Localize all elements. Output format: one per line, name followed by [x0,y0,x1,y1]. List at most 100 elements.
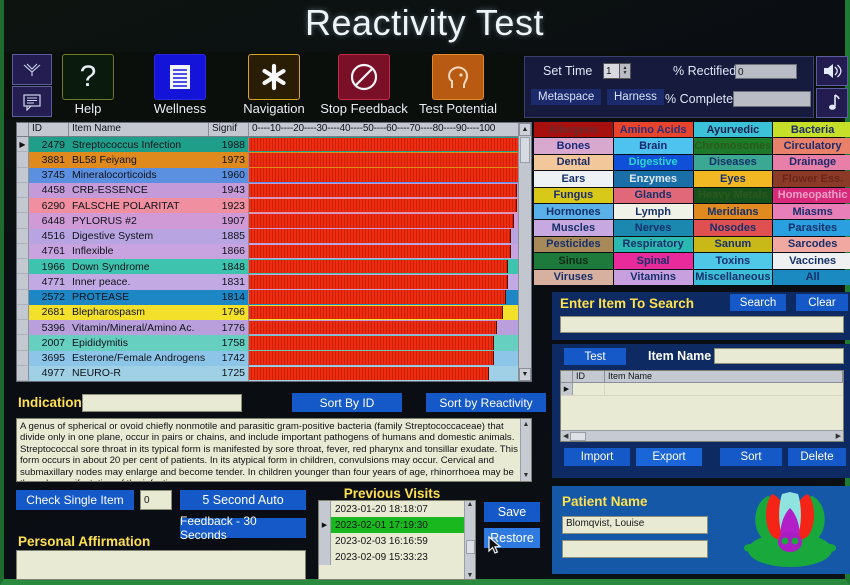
item-grid-hscrollbar[interactable]: ◀ ▶ [561,430,843,441]
visit-list-item[interactable]: 2023-01-20 18:18:07 [319,501,475,517]
visit-list-item[interactable]: ▶ 2023-02-01 17:19:30 [319,517,475,533]
category-button[interactable]: Drainage [773,154,850,171]
category-button[interactable]: Hormones [534,203,613,220]
row-selector-icon[interactable] [17,243,29,259]
toolbar-button-navigation[interactable]: Navigation [226,52,322,116]
category-button[interactable]: Muscles [534,220,613,236]
category-button[interactable]: Circulatory [773,138,850,154]
metaspace-button[interactable]: Metaspace [531,89,602,105]
category-button[interactable]: Parasites [773,220,850,236]
category-button[interactable]: Allergens [534,122,613,138]
row-selector-icon[interactable] [17,182,29,198]
category-button[interactable]: Ayurvedic [693,122,773,138]
category-button[interactable]: Amino Acids [613,122,693,138]
table-row[interactable]: 6448 PYLORUS #2 1907 [17,213,531,229]
category-button[interactable]: Heavy Metals [693,187,773,203]
table-row[interactable]: 2572 PROTEASE 1814 [17,289,531,305]
import-button[interactable]: Import [564,448,630,466]
sort-by-id-button[interactable]: Sort By ID [292,393,402,412]
table-row[interactable]: 4761 Inflexible 1866 [17,243,531,259]
visits-scrollbar[interactable]: ▲ ▼ [464,501,475,579]
hscroll-right-icon[interactable]: ▶ [836,432,843,440]
category-button[interactable]: Spinal [613,253,693,269]
category-button[interactable]: Sanum [693,236,773,253]
grid-scrollbar[interactable]: ▲ ▼ [518,123,531,381]
row-selector-icon[interactable] [17,274,29,290]
category-button[interactable]: Chromosomes [693,138,773,154]
category-button[interactable]: Diseases [693,154,773,171]
table-row[interactable]: 6290 FALSCHE POLARITAT 1923 [17,198,531,214]
set-time-value[interactable]: 1 [603,63,620,79]
category-button[interactable]: Pesticides [534,236,613,253]
toolbar-button-test-potential[interactable]: Test Potential [410,52,506,116]
scroll-down-icon[interactable]: ▼ [519,368,531,381]
set-time-stepper[interactable]: 1 ▲ ▼ [603,63,631,79]
category-button[interactable]: Toxins [693,253,773,269]
patient-name-input[interactable]: Blomqvist, Louise [562,516,708,534]
table-row[interactable]: 3745 Mineralocorticoids 1960 [17,167,531,183]
sort-button[interactable]: Sort [720,448,782,466]
category-button[interactable]: Bacteria [773,122,850,138]
visit-selector-icon[interactable] [319,501,331,517]
visits-list[interactable]: 2023-01-20 18:18:07 ▶ 2023-02-01 17:19:30 2… [318,500,476,580]
search-button[interactable]: Search [730,294,786,311]
category-button[interactable]: Digestive [613,154,693,171]
hscroll-left-icon[interactable]: ◀ [561,432,568,440]
row-selector-icon[interactable] [17,304,29,320]
row-selector-icon[interactable] [17,213,29,229]
table-row[interactable]: 1966 Down Syndrome 1848 [17,259,531,275]
category-button[interactable]: Eyes [693,171,773,187]
category-button[interactable]: Homeopathic [773,187,850,203]
row-selector-icon[interactable] [17,365,29,381]
category-button[interactable]: Vitamins [613,269,693,285]
visit-selector-icon[interactable] [319,549,331,565]
sort-by-reactivity-button[interactable]: Sort by Reactivity [426,393,546,412]
category-button[interactable]: Enzymes [613,171,693,187]
table-row[interactable]: 3881 BL58 Feiyang 1973 [17,152,531,168]
row-selector-icon[interactable] [17,335,29,351]
row-selector-icon[interactable] [17,228,29,244]
indication-input[interactable] [82,394,242,412]
delete-button[interactable]: Delete [788,448,846,466]
row-selector-icon[interactable] [17,259,29,275]
scrollbar-thumb[interactable] [520,137,530,163]
category-button[interactable]: Fungus [534,187,613,203]
hscroll-thumb[interactable] [570,431,587,441]
category-button[interactable]: Respiratory [613,236,693,253]
table-row[interactable]: 4771 Inner peace. 1831 [17,274,531,290]
visit-list-item[interactable]: 2023-02-03 16:16:59 [319,533,475,549]
table-row[interactable]: 4516 Digestive System 1885 [17,228,531,244]
item-results-grid[interactable]: ID Item Name ▶ ◀ ▶ [560,370,844,442]
category-button[interactable]: Bones [534,138,613,154]
category-button[interactable]: Nosodes [693,220,773,236]
row-selector-icon[interactable] [17,167,29,183]
speaker-icon[interactable] [816,56,848,86]
music-note-icon[interactable] [816,88,848,118]
category-button[interactable]: Ears [534,171,613,187]
patient-secondary-input[interactable] [562,540,708,558]
category-button[interactable]: Lymph [613,203,693,220]
set-time-spin-buttons[interactable]: ▲ ▼ [620,63,631,79]
five-second-auto-button[interactable]: 5 Second Auto [180,490,306,510]
table-row[interactable]: 3695 Esterone/Female Androgens 1742 [17,350,531,366]
reactivity-data-grid[interactable]: ID Item Name Signif 0----10----20----30-… [16,122,532,382]
row-selector-icon[interactable] [17,289,29,305]
check-single-item-value[interactable]: 0 [140,490,172,510]
category-button[interactable]: Viruses [534,269,613,285]
scroll-up-icon[interactable]: ▲ [519,123,531,136]
category-button[interactable]: Meridians [693,203,773,220]
test-button[interactable]: Test [564,348,626,365]
item-grid-row[interactable]: ▶ [561,383,843,396]
check-single-item-button[interactable]: Check Single Item [16,490,134,510]
description-textarea[interactable]: A genus of spherical or ovoid chiefly no… [16,418,532,482]
personal-affirmation-input[interactable] [16,550,306,580]
table-row[interactable]: 4977 NEURO-R 1725 [17,365,531,381]
item-name-input[interactable] [714,348,844,364]
visit-selector-icon[interactable] [319,533,331,549]
row-selector-active-icon[interactable]: ▶ [17,137,29,153]
category-button[interactable]: Sarcodes [773,236,850,253]
table-row[interactable]: 2681 Blepharospasm 1796 [17,304,531,320]
row-selector-icon[interactable] [17,320,29,336]
category-button[interactable]: Glands [613,187,693,203]
save-button[interactable]: Save [484,502,540,522]
